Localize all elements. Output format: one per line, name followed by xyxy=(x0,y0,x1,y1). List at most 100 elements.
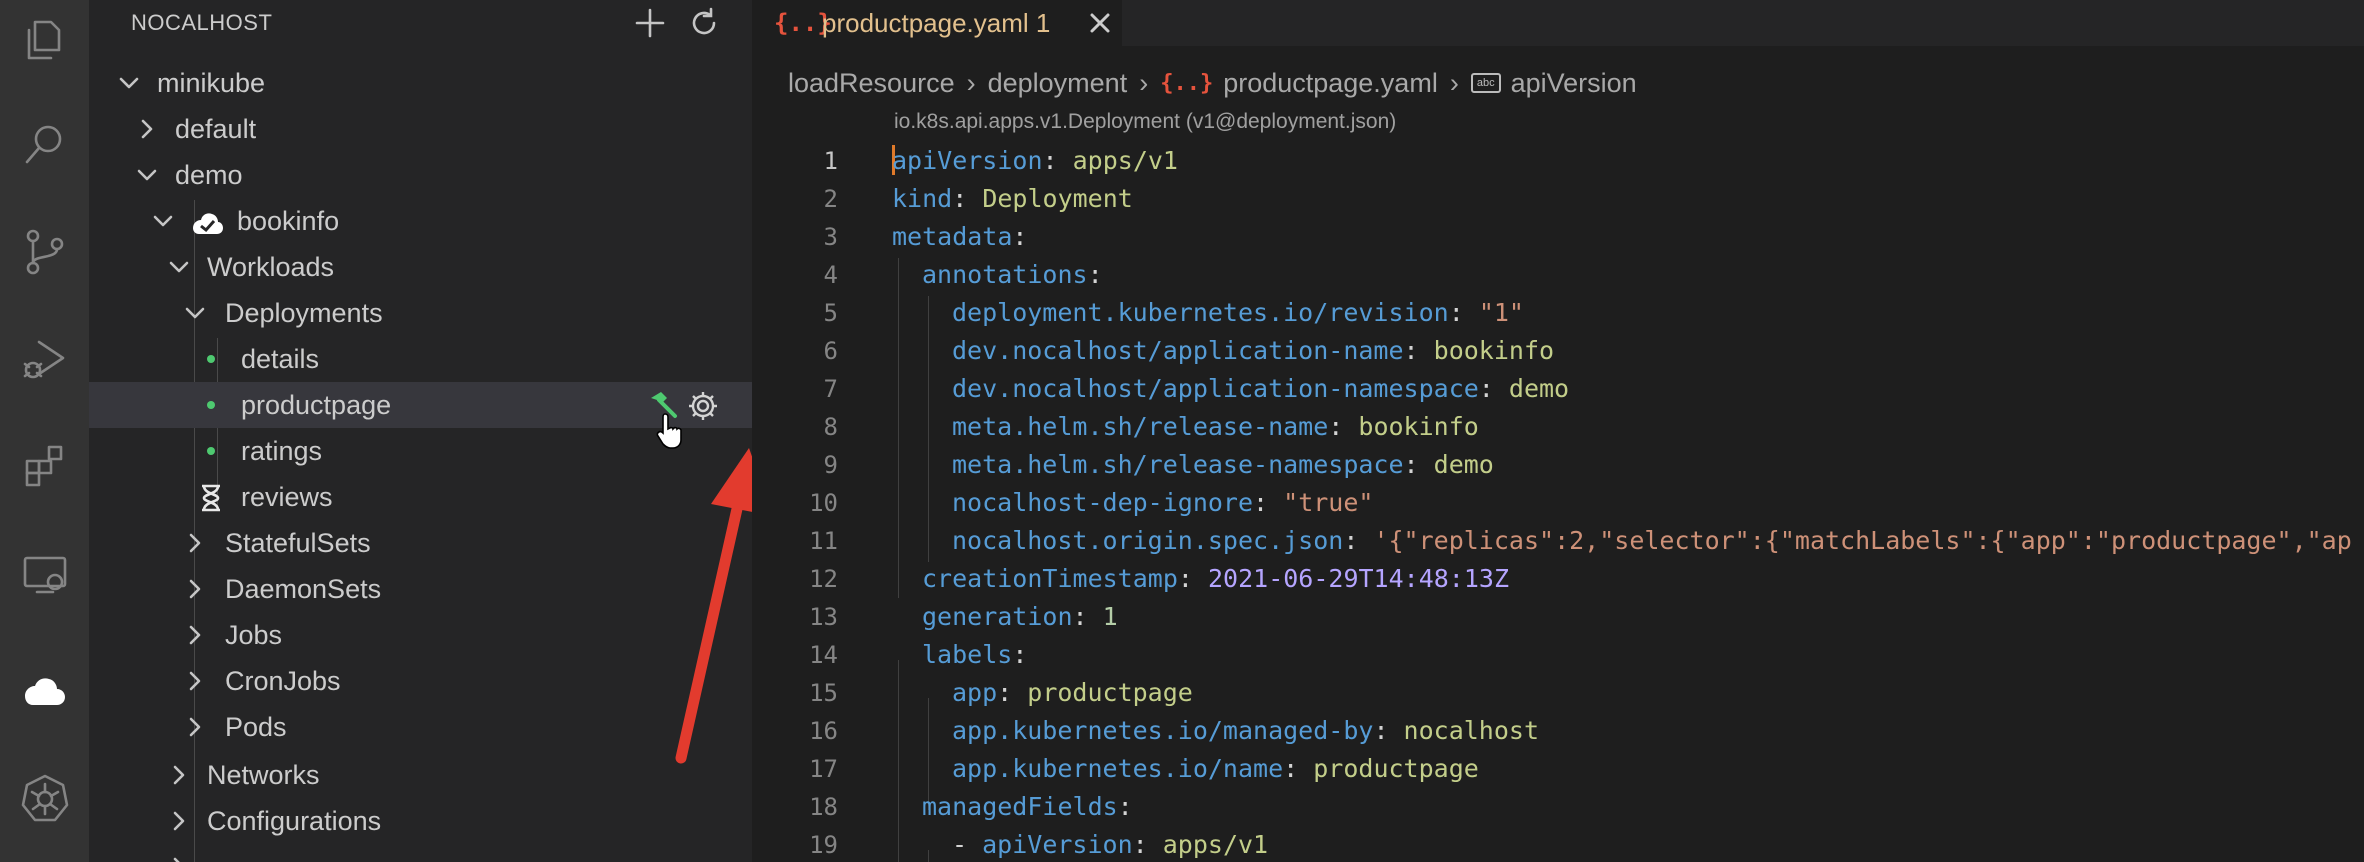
remote-explorer-icon[interactable] xyxy=(0,534,89,614)
tree-item-reviews[interactable]: reviews xyxy=(89,474,752,520)
close-icon[interactable] xyxy=(1088,11,1112,35)
search-icon[interactable] xyxy=(0,104,89,184)
code-line[interactable]: 12 creationTimestamp: 2021-06-29T14:48:13… xyxy=(752,560,2364,598)
tree-item-jobs[interactable]: Jobs xyxy=(89,612,752,658)
chevron-right-icon: › xyxy=(966,67,976,98)
tree-item-details[interactable]: details xyxy=(89,336,752,382)
tree-item-pods[interactable]: Pods xyxy=(89,704,752,750)
tree-item-default[interactable]: default xyxy=(89,106,752,152)
code-line[interactable]: 6 dev.nocalhost/application-name: bookinf… xyxy=(752,332,2364,370)
yaml-colon: : xyxy=(1253,488,1284,517)
code-line[interactable]: 10 nocalhost-dep-ignore: "true" xyxy=(752,484,2364,522)
yaml-value: Deployment xyxy=(982,184,1133,213)
tree-item-workloads[interactable]: Workloads xyxy=(89,244,752,290)
line-number: 10 xyxy=(809,489,838,517)
add-icon[interactable] xyxy=(633,6,667,40)
yaml-value: '{"replicas":2,"selector":{"matchLabels"… xyxy=(1373,526,2352,555)
breadcrumb-item[interactable]: productpage.yaml xyxy=(1223,68,1438,99)
tree-item-configurations[interactable]: Configurations xyxy=(89,798,752,844)
tree-item-label: reviews xyxy=(241,482,333,512)
yaml-colon: : xyxy=(997,678,1028,707)
line-number: 17 xyxy=(809,755,838,783)
kubernetes-icon[interactable] xyxy=(0,758,89,838)
yaml-key: app xyxy=(952,678,998,707)
code-line[interactable]: 16 app.kubernetes.io/managed-by: nocalhos… xyxy=(752,712,2364,750)
run-debug-icon[interactable] xyxy=(0,318,89,398)
yaml-colon: : xyxy=(1283,754,1314,783)
gear-icon[interactable] xyxy=(685,388,721,424)
code-line[interactable]: 11 nocalhost.origin.spec.json: '{"replica… xyxy=(752,522,2364,560)
refresh-icon[interactable] xyxy=(687,6,721,40)
yaml-value: productpage xyxy=(1027,678,1193,707)
tree-item-minikube[interactable]: minikube xyxy=(89,60,752,106)
breadcrumb-item[interactable]: loadResource xyxy=(788,68,955,99)
yaml-value: "true" xyxy=(1283,488,1374,517)
tab-productpage-yaml[interactable]: {..} productpage.yaml 1 xyxy=(752,0,1122,46)
breadcrumb-item[interactable]: apiVersion xyxy=(1511,68,1637,99)
line-number: 7 xyxy=(823,375,838,403)
nocalhost-icon[interactable] xyxy=(0,648,89,728)
yaml-value: productpage xyxy=(1313,754,1479,783)
tree-item-label: Pods xyxy=(225,712,287,742)
code-line[interactable]: 18 managedFields: xyxy=(752,788,2364,826)
code-line[interactable]: 15 app: productpage xyxy=(752,674,2364,712)
line-number: 13 xyxy=(809,603,838,631)
tree-item-statefulsets[interactable]: StatefulSets xyxy=(89,520,752,566)
tree-item-demo[interactable]: demo xyxy=(89,152,752,198)
yaml-key: apiVersion xyxy=(982,830,1133,859)
code-line[interactable]: 17 app.kubernetes.io/name: productpage xyxy=(752,750,2364,788)
code-line[interactable]: 13 generation: 1 xyxy=(752,598,2364,636)
nocalhost-sidebar: NOCALHOST minikube default demo bookinfo… xyxy=(89,0,752,862)
yaml-value: nocalhost xyxy=(1403,716,1540,745)
yaml-key: generation xyxy=(922,602,1073,631)
yaml-key: managedFields xyxy=(922,792,1118,821)
yaml-value: bookinfo xyxy=(1433,336,1555,365)
code-line[interactable]: 19 - apiVersion: apps/v1 xyxy=(752,826,2364,862)
yaml-key: meta.helm.sh/release-name xyxy=(952,412,1329,441)
code-line[interactable]: 7 dev.nocalhost/application-namespace: de… xyxy=(752,370,2364,408)
yaml-colon: : xyxy=(1403,336,1434,365)
tree-item-ratings[interactable]: ratings xyxy=(89,428,752,474)
source-control-icon[interactable] xyxy=(0,212,89,292)
extensions-icon[interactable] xyxy=(0,425,89,505)
tree-item-label: Jobs xyxy=(225,620,283,650)
string-symbol-icon: abc xyxy=(1470,73,1501,93)
yaml-key: kind xyxy=(892,184,953,213)
yaml-colon: : xyxy=(1177,564,1208,593)
code-line[interactable]: 8 meta.helm.sh/release-name: bookinfo xyxy=(752,408,2364,446)
code-line[interactable]: 1 apiVersion: apps/v1 xyxy=(752,142,2364,180)
tree-item-cronjobs[interactable]: CronJobs xyxy=(89,658,752,704)
code-line[interactable]: 5 deployment.kubernetes.io/revision: "1" xyxy=(752,294,2364,332)
tree-item-productpage[interactable]: productpage xyxy=(89,382,752,449)
line-number: 19 xyxy=(809,831,838,859)
yaml-colon: : xyxy=(1403,450,1434,479)
explorer-icon[interactable] xyxy=(0,0,89,80)
yaml-colon: : xyxy=(1373,716,1404,745)
code-line[interactable]: 9 meta.helm.sh/release-namespace: demo xyxy=(752,446,2364,484)
tree-item-bookinfo[interactable]: bookinfo xyxy=(89,198,752,244)
breadcrumb-item[interactable]: deployment xyxy=(988,68,1128,99)
line-number: 12 xyxy=(809,565,838,593)
code-line[interactable]: 4 annotations: xyxy=(752,256,2364,294)
line-number: 5 xyxy=(823,299,838,327)
code-line[interactable]: 2 kind: Deployment xyxy=(752,180,2364,218)
cloud-check-icon xyxy=(189,206,223,236)
yaml-value: "1" xyxy=(1478,298,1524,327)
yaml-key: labels xyxy=(922,640,1013,669)
code-line[interactable]: 14 labels: xyxy=(752,636,2364,674)
code-line[interactable]: 3 metadata: xyxy=(752,218,2364,256)
yaml-colon: : xyxy=(952,184,983,213)
yaml-key: app.kubernetes.io/name xyxy=(952,754,1284,783)
tree-item-label: default xyxy=(175,114,257,144)
annotation-arrow xyxy=(675,448,752,764)
yaml-colon: : xyxy=(1087,260,1103,289)
yaml-key: meta.helm.sh/release-namespace xyxy=(952,450,1404,479)
tree-item-label: productpage xyxy=(241,390,392,420)
tree-item-storages[interactable] xyxy=(89,844,752,862)
tree-item-networks[interactable]: Networks xyxy=(89,752,752,798)
chevron-right-icon xyxy=(183,577,207,601)
yaml-colon: : xyxy=(1012,222,1028,251)
tree-item-daemonsets[interactable]: DaemonSets xyxy=(89,566,752,612)
tree-item-deployments[interactable]: Deployments xyxy=(89,290,752,336)
schema-codelens[interactable]: io.k8s.api.apps.v1.Deployment (v1@deploy… xyxy=(894,110,1396,134)
